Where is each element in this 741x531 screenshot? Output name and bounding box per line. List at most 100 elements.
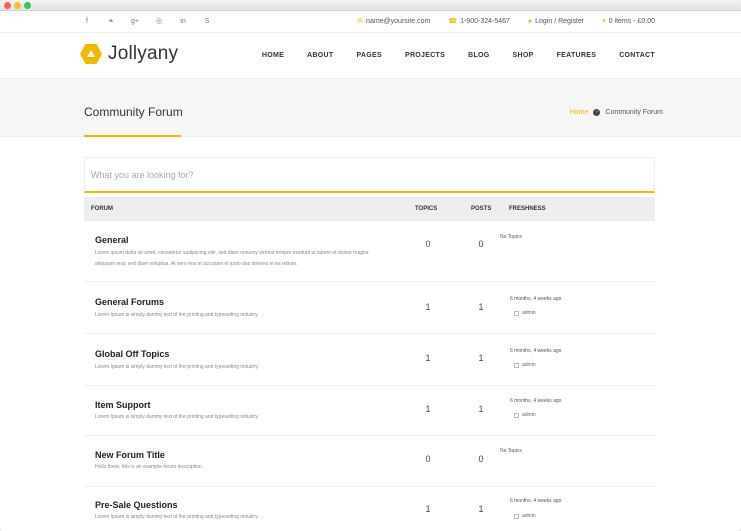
minimize-window-icon[interactable] [14,2,21,9]
page-title-bar: Community Forum Home › Community Forum [0,79,741,137]
breadcrumb: Home › Community Forum [570,109,663,116]
envelope-icon: ✉ [357,18,364,25]
site-logo[interactable]: Jollyany [80,43,178,65]
author-name: admin [522,362,536,368]
posts-count: 1 [478,353,484,363]
table-row: Global Off Topics Lorem Ipsum is simply … [84,335,655,386]
logo-text: Jollyany [108,43,179,64]
header-freshness: FRESHNESS [509,206,546,212]
topics-count: 1 [425,504,431,514]
topics-count: 1 [425,353,431,363]
author-link[interactable]: admin [514,412,536,418]
dribbble-icon[interactable]: ◎ [154,17,164,27]
cart-link[interactable]: ▾ 0 items - £0.00 [602,17,655,26]
email-link[interactable]: ✉ name@yoursite.com [357,17,431,26]
table-row: General Forums Lorem Ipsum is simply dum… [84,283,655,334]
phone-info: ☎ 1-900-324-5467 [448,17,510,26]
forum-title-link[interactable]: General Forums [95,297,164,307]
forum-title-link[interactable]: Pre-Sale Questions [95,500,178,510]
author-name: admin [522,310,536,316]
twitter-icon[interactable]: ❧ [106,17,116,27]
forum-description: Lorem Ipsum is simply dummy text of the … [95,414,259,420]
table-row: Item Support Lorem Ipsum is simply dummy… [84,387,655,436]
freshness-text: No Topics [500,234,522,240]
nav-features[interactable]: FEATURES [557,52,597,59]
site-header: Jollyany HOME ABOUT PAGES PROJECTS BLOG … [0,33,741,79]
forum-title-link[interactable]: Global Off Topics [95,349,169,359]
avatar [514,513,519,519]
author-name: admin [522,513,536,519]
freshness-text: No Topics [500,448,522,454]
avatar [514,310,519,316]
nav-blog[interactable]: BLOG [468,52,489,59]
avatar [514,412,519,418]
forum-table-header: FORUM TOPICS POSTS FRESHNESS [84,197,655,221]
forum-search [84,157,655,193]
topics-count: 0 [425,239,431,249]
login-link[interactable]: ● Login / Register [528,17,584,25]
nav-pages[interactable]: PAGES [356,52,382,59]
author-link[interactable]: admin [514,362,536,368]
contact-info: ✉ name@yoursite.com ☎ 1-900-324-5467 ● L… [357,17,655,26]
close-window-icon[interactable] [4,2,11,9]
forum-description: Hello there, this is an example forum de… [95,464,204,470]
author-link[interactable]: admin [514,310,536,316]
nav-contact[interactable]: CONTACT [619,52,655,59]
breadcrumb-current: Community Forum [605,109,663,116]
table-row: New Forum Title Hello there, this is an … [84,437,655,487]
linkedin-icon[interactable]: in [178,17,188,27]
header-posts: POSTS [471,206,492,212]
main-nav: HOME ABOUT PAGES PROJECTS BLOG SHOP FEAT… [262,52,655,59]
forum-description: Lorem Ipsum is simply dummy text of the … [95,364,259,370]
author-name: admin [522,412,536,418]
nav-projects[interactable]: PROJECTS [405,52,445,59]
nav-shop[interactable]: SHOP [513,52,534,59]
page-title: Community Forum [84,105,183,119]
breadcrumb-home[interactable]: Home [570,109,589,116]
title-underline [84,135,181,137]
phone-text: 1-900-324-5467 [460,17,510,25]
googleplus-icon[interactable]: g+ [130,17,140,27]
email-text: name@yoursite.com [366,17,431,25]
posts-count: 0 [478,454,484,464]
freshness-link[interactable]: 6 months, 4 weeks ago [510,296,561,302]
phone-icon: ☎ [448,18,458,25]
maximize-window-icon[interactable] [24,2,31,9]
topics-count: 0 [425,454,431,464]
nav-home[interactable]: HOME [262,52,284,59]
logo-icon [80,44,102,64]
forum-description: Lorem Ipsum is simply dummy text of the … [95,514,259,520]
window-chrome [0,0,741,11]
topics-count: 1 [425,302,431,312]
posts-count: 0 [478,239,484,249]
freshness-link[interactable]: 6 months, 4 weeks ago [510,398,561,404]
top-bar: f ❧ g+ ◎ in S ✉ name@yoursite.com ☎ 1-90… [0,11,741,33]
cart-text: 0 items - £0.00 [608,17,655,25]
freshness-link[interactable]: 6 months, 4 weeks ago [510,348,561,354]
header-topics: TOPICS [415,206,438,212]
facebook-icon[interactable]: f [82,17,92,27]
avatar [514,362,519,368]
header-forum: FORUM [91,206,113,212]
topics-count: 1 [425,404,431,414]
browser-window: f ❧ g+ ◎ in S ✉ name@yoursite.com ☎ 1-90… [0,0,741,531]
nav-about[interactable]: ABOUT [307,52,333,59]
freshness-link[interactable]: 6 months, 4 weeks ago [510,498,561,504]
user-icon: ● [527,17,533,25]
cart-icon: ▾ [602,18,606,25]
table-row: General Lorem ipsum dolor sit amet, cons… [84,222,655,282]
forum-description: Lorem ipsum dolor sit amet, consetetur s… [95,250,369,267]
forum-title-link[interactable]: General [95,235,129,245]
posts-count: 1 [478,404,484,414]
posts-count: 1 [478,504,484,514]
skype-icon[interactable]: S [202,17,212,27]
social-links: f ❧ g+ ◎ in S [82,17,212,27]
forum-title-link[interactable]: New Forum Title [95,450,165,460]
forum-title-link[interactable]: Item Support [95,400,151,410]
posts-count: 1 [478,302,484,312]
search-input[interactable] [85,158,654,191]
chevron-right-icon: › [593,109,601,116]
login-text: Login / Register [535,17,585,25]
author-link[interactable]: admin [514,513,536,519]
forum-description: Lorem Ipsum is simply dummy text of the … [95,312,259,318]
